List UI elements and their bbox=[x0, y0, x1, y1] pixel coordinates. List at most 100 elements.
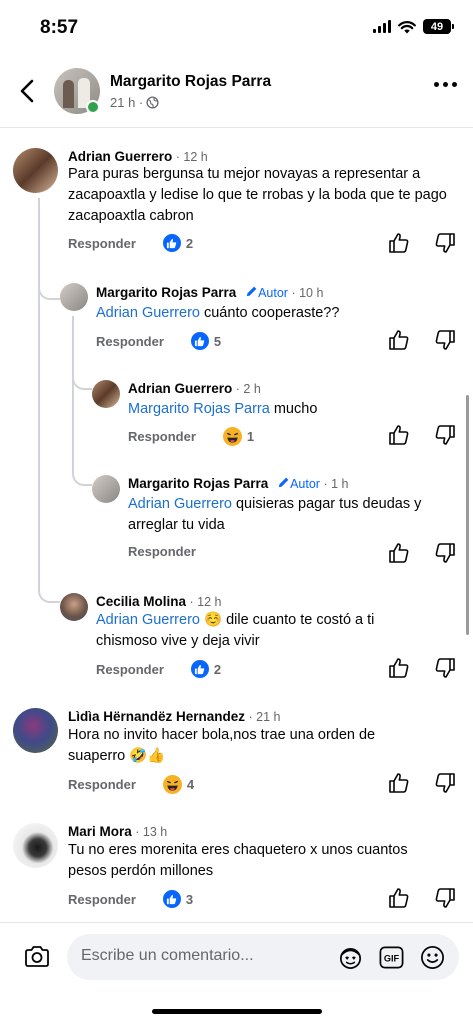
home-indicator[interactable] bbox=[152, 1009, 322, 1014]
comment: Adrian Guerrero · 12 h Para puras bergun… bbox=[0, 140, 473, 270]
reply-button[interactable]: Responder bbox=[68, 892, 136, 907]
like-icon bbox=[190, 332, 209, 350]
pencil-icon bbox=[246, 286, 257, 297]
comment-time: · 1 h bbox=[319, 477, 349, 491]
comment-text: Tu no eres morenita eres chaquetero x un… bbox=[68, 842, 408, 879]
post-author-name[interactable]: Margarito Rojas Parra bbox=[110, 73, 271, 91]
downvote-icon[interactable] bbox=[434, 542, 456, 564]
comment-author[interactable]: Margarito Rojas Parra bbox=[96, 285, 236, 300]
globe-icon bbox=[146, 96, 159, 109]
comment-time: · 10 h bbox=[287, 286, 324, 300]
comment-author[interactable]: Margarito Rojas Parra bbox=[128, 476, 268, 491]
comment-time: · 2 h bbox=[232, 382, 261, 396]
comment-text: Adrian Guerrero cuánto cooperaste?? bbox=[96, 305, 340, 321]
emoji-icon[interactable] bbox=[419, 944, 446, 971]
status-icons: 49 bbox=[373, 19, 454, 34]
comment-time: · 12 h bbox=[186, 595, 222, 609]
comment: Cecilia Molina · 12 h Adrian Guerrero ☺️… bbox=[0, 585, 473, 690]
downvote-icon[interactable] bbox=[434, 887, 456, 909]
comment-input-placeholder: Escribe un comentario... bbox=[81, 947, 254, 964]
mention-link[interactable]: Margarito Rojas Parra bbox=[128, 401, 270, 417]
svg-text:GIF: GIF bbox=[384, 953, 400, 963]
avatar[interactable] bbox=[60, 593, 88, 621]
comment-author[interactable]: Adrian Guerrero bbox=[128, 381, 232, 396]
comment: Mari Mora · 13 h Tu no eres morenita ere… bbox=[0, 815, 473, 920]
signal-icon bbox=[373, 20, 391, 33]
comment-text: Hora no invito hacer bola,nos trae una o… bbox=[68, 727, 376, 764]
gif-icon[interactable]: GIF bbox=[378, 944, 405, 971]
upvote-icon[interactable] bbox=[388, 424, 410, 446]
post-header: Margarito Rojas Parra 21 h · bbox=[0, 58, 473, 128]
mention-link[interactable]: Adrian Guerrero bbox=[128, 496, 232, 512]
avatar[interactable] bbox=[13, 148, 58, 193]
comment-author[interactable]: Mari Mora bbox=[68, 824, 132, 839]
comment-text: Adrian Guerrero quisieras pagar tus deud… bbox=[128, 496, 422, 533]
avatar[interactable] bbox=[60, 283, 88, 311]
mention-link[interactable]: Adrian Guerrero bbox=[96, 612, 200, 628]
comment-text: Adrian Guerrero ☺️ dile cuanto te costó … bbox=[96, 612, 375, 649]
comment-author[interactable]: Adrian Guerrero bbox=[68, 149, 172, 164]
post-meta: 21 h · bbox=[110, 95, 159, 110]
author-badge: Autor bbox=[258, 286, 288, 300]
comment-time: · 21 h bbox=[245, 710, 281, 724]
status-bar: 8:57 49 bbox=[0, 0, 473, 58]
pencil-icon bbox=[278, 477, 289, 488]
upvote-icon[interactable] bbox=[388, 657, 410, 679]
downvote-icon[interactable] bbox=[434, 772, 456, 794]
comment-text: Margarito Rojas Parra mucho bbox=[128, 401, 318, 417]
avatar-sticker-icon[interactable] bbox=[337, 944, 364, 971]
reaction-count[interactable]: 1 bbox=[222, 427, 254, 446]
downvote-icon[interactable] bbox=[434, 232, 456, 254]
like-icon bbox=[190, 660, 209, 678]
status-time: 8:57 bbox=[40, 17, 79, 38]
wifi-icon bbox=[398, 20, 416, 33]
upvote-icon[interactable] bbox=[388, 542, 410, 564]
comment: Lìdìa Hërnandëz Hernandez · 21 h Hora no… bbox=[0, 700, 473, 805]
comment-text: Para puras bergunsa tu mejor novayas a r… bbox=[68, 166, 447, 224]
comment: Margarito Rojas Parra Autor · 1 h Adrian… bbox=[0, 465, 473, 575]
scrollbar[interactable] bbox=[466, 395, 469, 635]
downvote-icon[interactable] bbox=[434, 657, 456, 679]
reaction-count[interactable]: 4 bbox=[162, 775, 194, 794]
comment-author[interactable]: Cecilia Molina bbox=[96, 594, 186, 609]
like-icon bbox=[162, 234, 181, 252]
reply-button[interactable]: Responder bbox=[96, 662, 164, 677]
avatar[interactable] bbox=[13, 708, 58, 753]
reaction-count[interactable]: 2 bbox=[162, 234, 193, 252]
reply-button[interactable]: Responder bbox=[68, 236, 136, 251]
haha-icon bbox=[222, 427, 242, 446]
comment-time: · 13 h bbox=[131, 825, 168, 839]
reaction-count[interactable]: 2 bbox=[190, 660, 221, 678]
upvote-icon[interactable] bbox=[388, 772, 410, 794]
mention-link[interactable]: Adrian Guerrero bbox=[96, 305, 200, 321]
reply-button[interactable]: Responder bbox=[128, 429, 196, 444]
battery-icon: 49 bbox=[423, 19, 454, 34]
avatar[interactable] bbox=[92, 475, 120, 503]
avatar[interactable] bbox=[13, 823, 58, 868]
post-time: 21 h · bbox=[110, 95, 144, 110]
reply-button[interactable]: Responder bbox=[68, 777, 136, 792]
reply-button[interactable]: Responder bbox=[128, 544, 196, 559]
comment-author[interactable]: Lìdìa Hërnandëz Hernandez bbox=[68, 709, 245, 724]
comment: Margarito Rojas Parra Autor · 10 h Adria… bbox=[0, 275, 473, 365]
more-icon[interactable] bbox=[434, 82, 457, 87]
upvote-icon[interactable] bbox=[388, 887, 410, 909]
reaction-count[interactable]: 3 bbox=[162, 890, 193, 908]
online-status-dot bbox=[86, 100, 100, 114]
comment: Adrian Guerrero · 2 h Margarito Rojas Pa… bbox=[0, 370, 473, 460]
upvote-icon[interactable] bbox=[388, 329, 410, 351]
avatar[interactable] bbox=[92, 380, 120, 408]
comment-composer: Escribe un comentario... GIF bbox=[0, 922, 473, 1024]
downvote-icon[interactable] bbox=[434, 424, 456, 446]
back-icon[interactable] bbox=[14, 76, 42, 106]
reaction-count[interactable]: 5 bbox=[190, 332, 221, 350]
comment-input[interactable]: Escribe un comentario... GIF bbox=[67, 934, 459, 980]
author-badge: Autor bbox=[290, 477, 320, 491]
upvote-icon[interactable] bbox=[388, 232, 410, 254]
comment-time: · 12 h bbox=[172, 150, 208, 164]
haha-icon bbox=[162, 775, 182, 794]
downvote-icon[interactable] bbox=[434, 329, 456, 351]
camera-icon[interactable] bbox=[23, 943, 51, 971]
like-icon bbox=[162, 890, 181, 908]
reply-button[interactable]: Responder bbox=[96, 334, 164, 349]
